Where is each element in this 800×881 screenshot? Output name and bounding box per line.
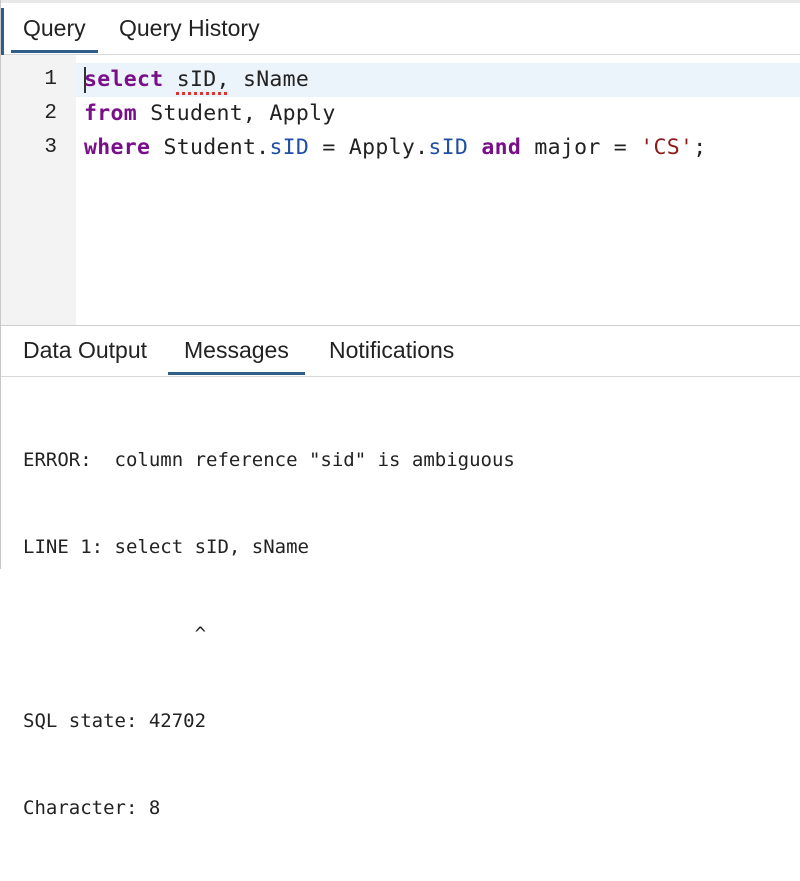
tab-query[interactable]: Query bbox=[11, 4, 98, 53]
code-text: Student, Apply bbox=[136, 101, 336, 126]
active-panel-indicator bbox=[1, 8, 4, 56]
tab-notifications[interactable]: Notifications bbox=[313, 326, 470, 375]
tab-data-output[interactable]: Data Output bbox=[7, 326, 163, 375]
message-line: LINE 1: select sID, sName bbox=[23, 536, 309, 558]
sql-editor[interactable]: 1 2 3 select sID, sName from Student, Ap… bbox=[1, 55, 800, 326]
code-line-3[interactable]: where Student.sID = Apply.sID and major … bbox=[84, 135, 707, 160]
sql-keyword: where bbox=[84, 135, 151, 160]
sql-keyword: select bbox=[84, 67, 164, 92]
line-number: 3 bbox=[44, 136, 57, 159]
code-line-1[interactable]: select sID, sName bbox=[84, 67, 309, 92]
message-line: ERROR: column reference "sid" is ambiguo… bbox=[23, 449, 515, 471]
sql-keyword: and bbox=[481, 135, 522, 160]
tab-messages[interactable]: Messages bbox=[168, 326, 305, 375]
line-number: 2 bbox=[44, 102, 57, 125]
code-text: ; bbox=[693, 135, 707, 160]
code-text: major = bbox=[521, 135, 641, 160]
top-border bbox=[1, 0, 800, 3]
line-number-gutter: 1 2 3 bbox=[1, 55, 76, 325]
message-line: ^ bbox=[23, 623, 207, 645]
string-literal: 'CS' bbox=[640, 135, 694, 160]
code-text: Student. bbox=[150, 135, 270, 160]
message-line: SQL state: 42702 bbox=[23, 710, 207, 732]
text-cursor bbox=[84, 67, 86, 93]
code-area[interactable]: select sID, sName from Student, Apply wh… bbox=[76, 55, 800, 325]
message-line: Character: 8 bbox=[23, 797, 161, 819]
column-name: sID bbox=[269, 135, 310, 160]
messages-output: ERROR: column reference "sid" is ambiguo… bbox=[23, 388, 783, 881]
query-tool-panel: Query Query History 1 2 3 select sID, sN… bbox=[0, 0, 800, 819]
column-name: sID bbox=[428, 135, 469, 160]
tab-query-history[interactable]: Query History bbox=[107, 4, 272, 53]
query-tab-bar: Query Query History bbox=[1, 4, 800, 56]
code-text: = Apply. bbox=[309, 135, 429, 160]
error-squiggle-text: sID, bbox=[176, 67, 230, 92]
sql-keyword: from bbox=[84, 101, 137, 126]
results-tab-bar: Data Output Messages Notifications bbox=[1, 326, 800, 377]
code-text: sName bbox=[229, 67, 310, 92]
line-number: 1 bbox=[44, 68, 57, 91]
code-line-2[interactable]: from Student, Apply bbox=[84, 101, 336, 126]
